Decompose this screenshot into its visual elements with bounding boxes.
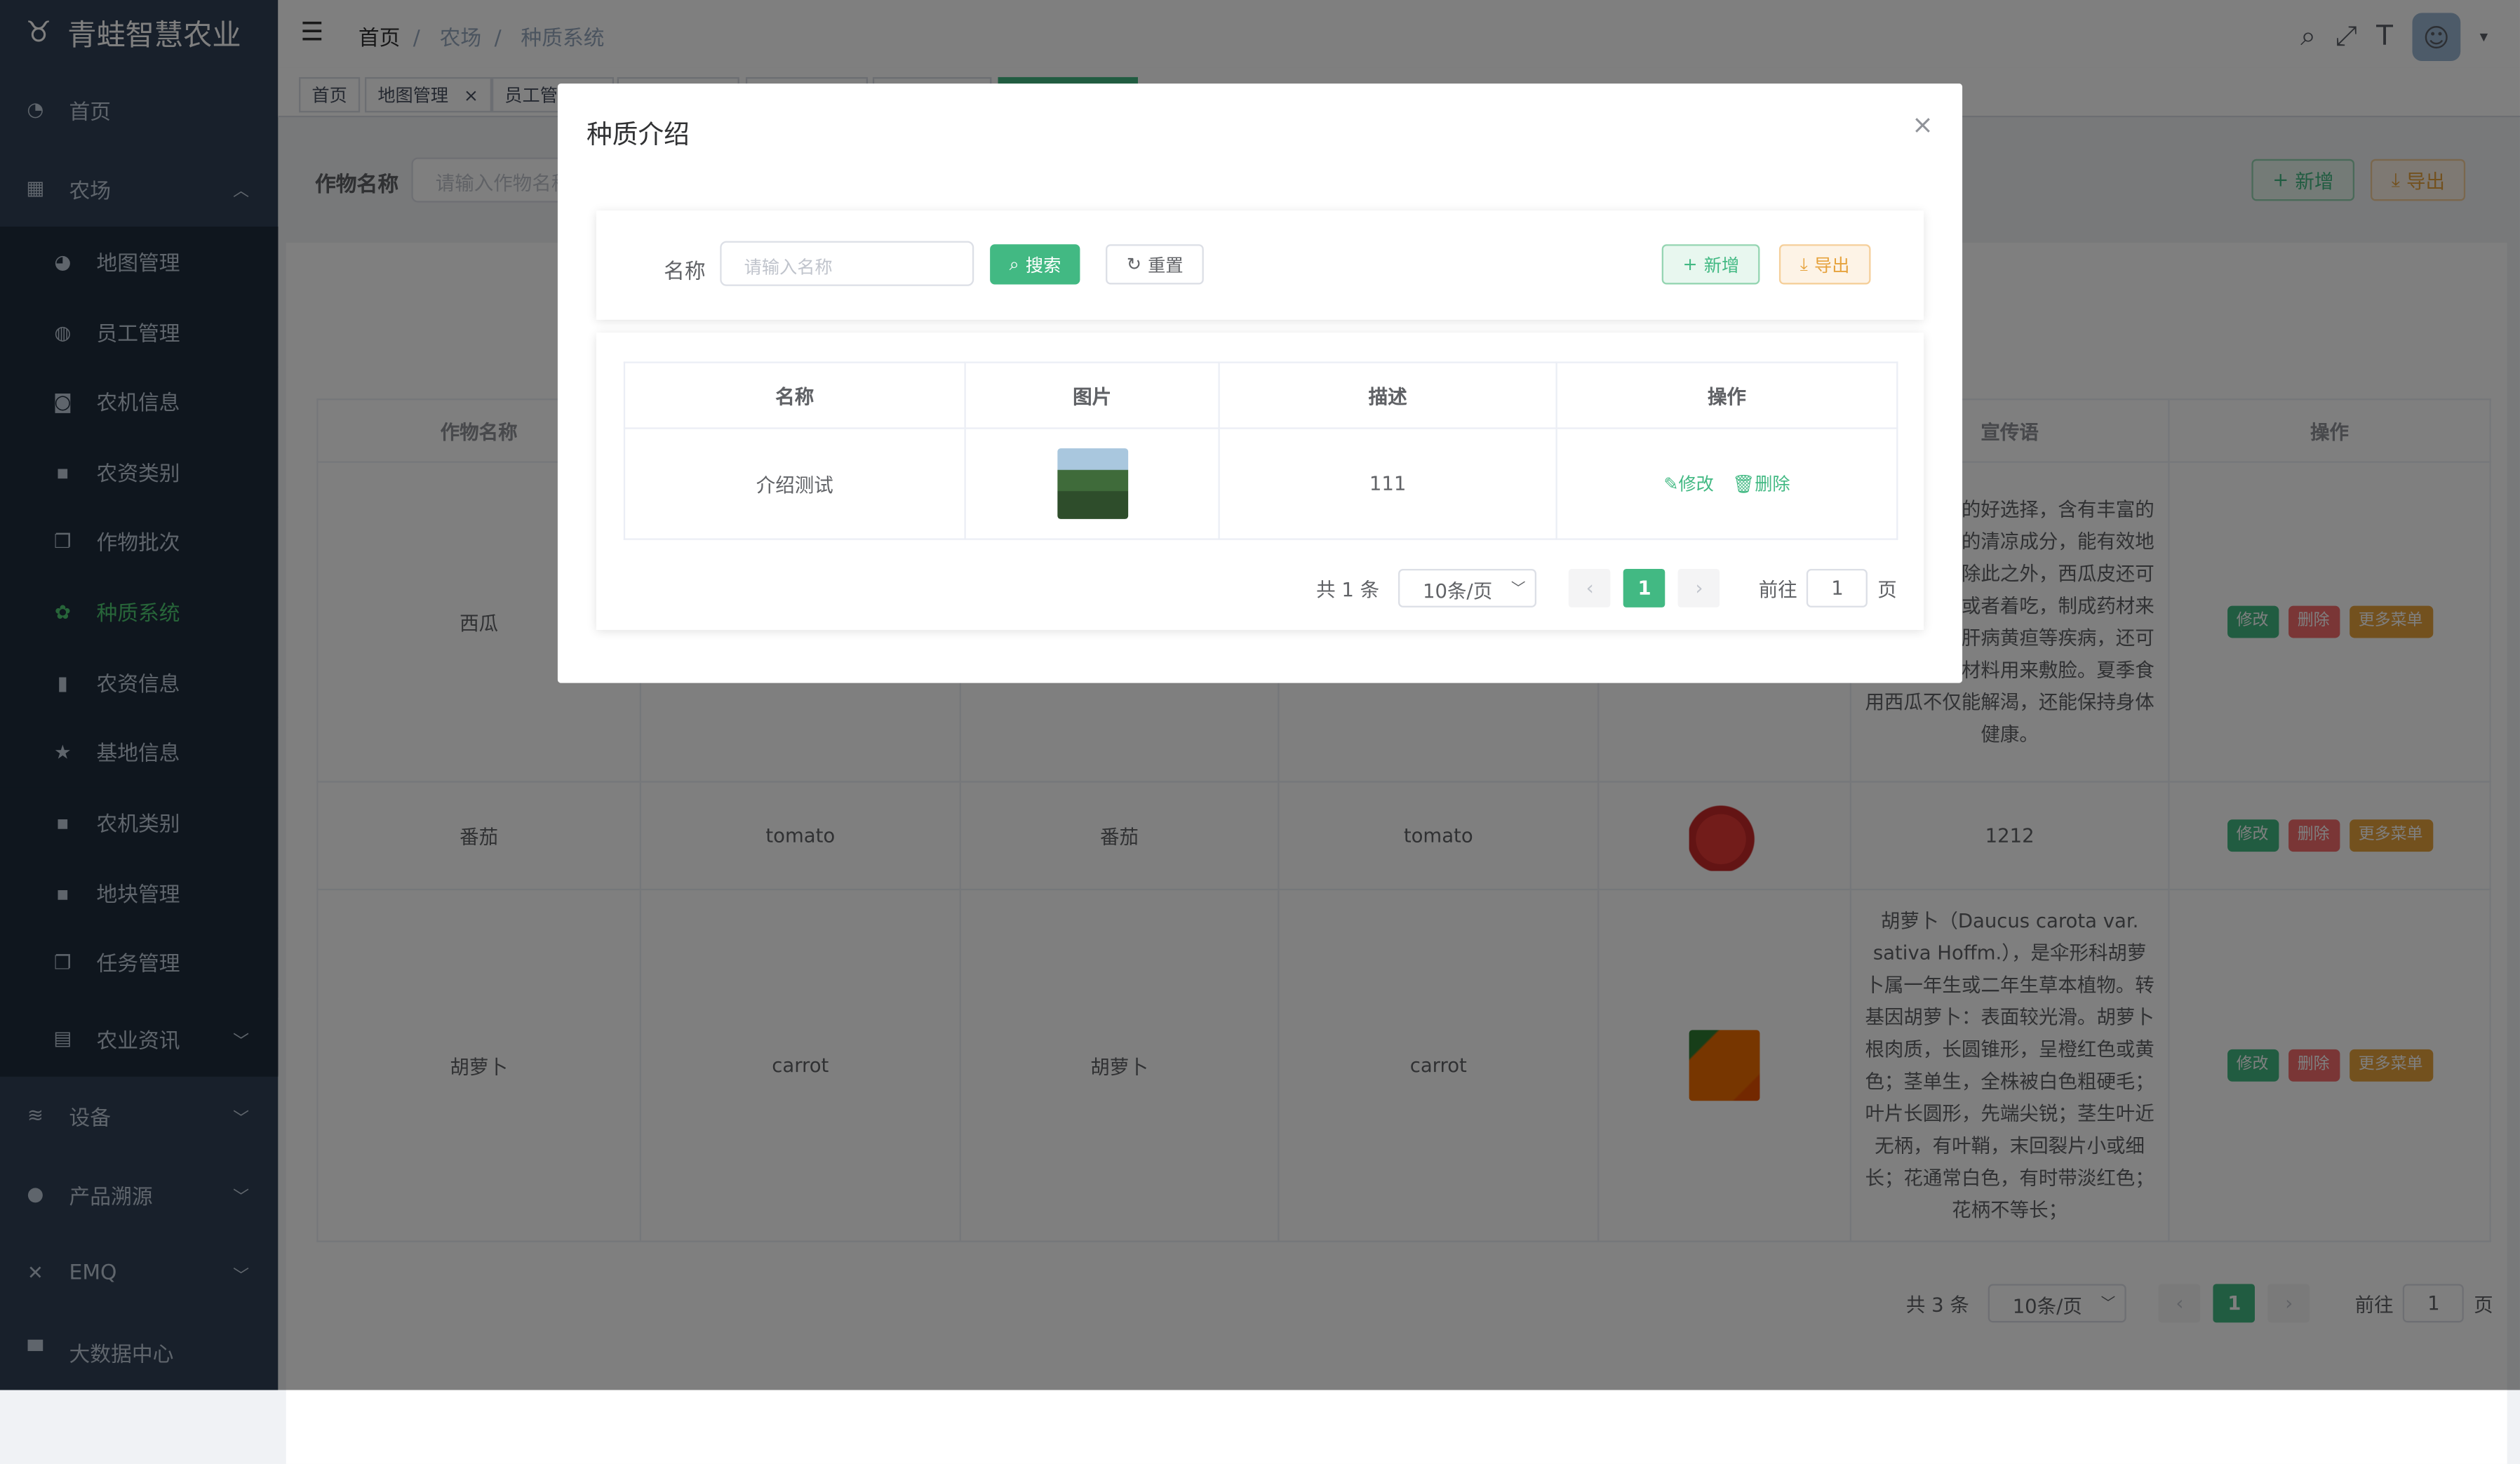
dialog-table-card: 名称 图片 描述 操作 介绍测试 111 ✎修改 🗑删除 共 1 条 10条/页…	[596, 333, 1924, 630]
cell-name: 介绍测试	[623, 427, 966, 540]
tractor-field-image	[1057, 448, 1127, 519]
edit-link[interactable]: ✎修改	[1663, 474, 1720, 495]
cell-desc: 111	[1218, 427, 1557, 540]
goto-label: 前往	[1758, 577, 1797, 600]
prev-page-button[interactable]: ‹	[1569, 568, 1611, 607]
dialog-add-button[interactable]: + 新增	[1661, 244, 1760, 285]
col-header-image: 图片	[964, 361, 1220, 429]
next-page-button[interactable]: ›	[1678, 568, 1720, 607]
close-icon[interactable]: ×	[1912, 109, 1933, 140]
search-icon: ⌕	[1009, 253, 1019, 274]
col-header-desc: 描述	[1218, 361, 1557, 429]
page-number[interactable]: 1	[1623, 568, 1666, 607]
cell-ops: ✎修改 🗑删除	[1555, 427, 1898, 540]
plus-icon: +	[1682, 253, 1698, 275]
col-header-name: 名称	[623, 361, 966, 429]
intro-table: 名称 图片 描述 操作 介绍测试 111 ✎修改 🗑删除	[623, 361, 1898, 540]
page-label: 页	[1877, 577, 1897, 600]
download-icon: ⤓	[1799, 253, 1808, 274]
name-label: 名称	[664, 260, 706, 285]
col-header-ops: 操作	[1555, 361, 1898, 429]
dialog-search-card: 名称 请输入名称 ⌕ 搜索 ↻ 重置 + 新增 ⤓ 导出	[596, 210, 1924, 320]
edit-icon: ✎	[1663, 474, 1679, 495]
delete-link[interactable]: 🗑删除	[1732, 474, 1790, 495]
dialog-pagination: 共 1 条 10条/页 ﹀ ‹ 1 › 前往 1 页	[1316, 568, 1897, 607]
name-search-input[interactable]: 请输入名称	[720, 241, 974, 286]
trash-icon: 🗑	[1732, 474, 1755, 495]
dialog-title: 种质介绍	[587, 119, 690, 150]
reset-button[interactable]: ↻ 重置	[1106, 244, 1205, 285]
dialog-export-button[interactable]: ⤓ 导出	[1778, 244, 1871, 285]
table-row: 介绍测试 111 ✎修改 🗑删除	[623, 427, 1898, 540]
refresh-icon: ↻	[1126, 253, 1141, 275]
cell-image	[964, 427, 1220, 540]
chevron-down-icon: ﹀	[1510, 582, 1526, 598]
goto-input[interactable]: 1	[1807, 568, 1868, 607]
pager-total: 共 1 条	[1316, 577, 1380, 600]
search-button[interactable]: ⌕ 搜索	[990, 244, 1080, 285]
page-size-select[interactable]: 10条/页 ﹀	[1398, 568, 1537, 607]
germplasm-intro-dialog: 种质介绍 × 名称 请输入名称 ⌕ 搜索 ↻ 重置 + 新增 ⤓ 导出 名称 图…	[557, 83, 1963, 683]
